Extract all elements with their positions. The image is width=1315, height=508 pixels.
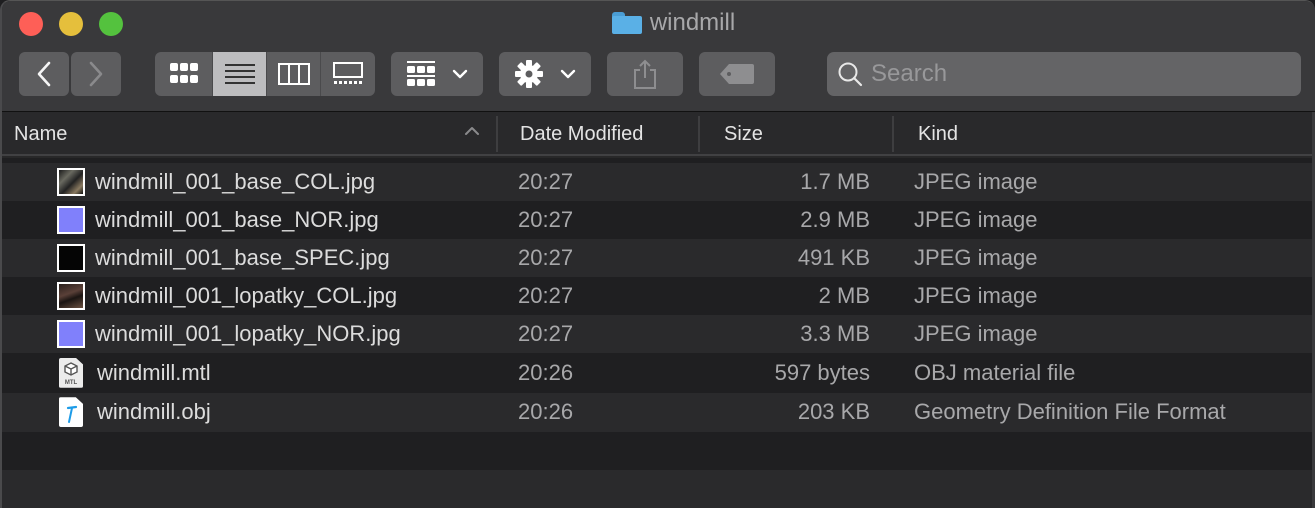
icon-view-button[interactable]	[155, 52, 213, 96]
file-size: 2.9 MB	[800, 207, 870, 232]
file-size: 491 KB	[797, 245, 870, 270]
tag-icon	[720, 64, 754, 84]
column-view-button[interactable]	[267, 52, 321, 96]
list-icon	[224, 64, 255, 84]
columns-icon	[277, 63, 310, 85]
forward-button[interactable]	[71, 52, 121, 96]
share-button[interactable]	[607, 52, 683, 96]
file-row[interactable]: windmill_001_lopatky_NOR.jpg 20:27 3.3 M…	[2, 315, 1315, 353]
file-name: windmill.mtl	[97, 359, 211, 385]
file-size: 2 MB	[818, 283, 870, 308]
toolbar: windmill	[2, 1, 1315, 112]
search-input[interactable]	[871, 60, 1271, 88]
file-name: windmill_001_base_SPEC.jpg	[95, 245, 390, 270]
file-name: windmill_001_lopatky_NOR.jpg	[95, 321, 401, 346]
file-row[interactable]: MTL windmill.mtl 20:26 597 bytes OBJ mat…	[2, 353, 1315, 393]
image-thumbnail-icon	[57, 206, 85, 234]
folder-icon	[611, 12, 642, 34]
gallery-view-button[interactable]	[321, 52, 375, 96]
file-row[interactable]: windmill_001_base_NOR.jpg 20:27 2.9 MB J…	[2, 201, 1315, 239]
group-by-icon	[407, 61, 435, 86]
search-field[interactable]	[827, 52, 1301, 96]
chevron-left-icon	[37, 61, 51, 87]
empty-row	[2, 470, 1315, 508]
file-date: 20:27	[518, 283, 574, 308]
file-size: 1.7 MB	[800, 169, 870, 194]
empty-row	[2, 432, 1315, 470]
file-name: windmill.obj	[97, 399, 211, 425]
grid-icon	[169, 63, 198, 83]
file-name: windmill_001_lopatky_COL.jpg	[95, 283, 398, 308]
file-row[interactable]: windmill_001_base_COL.jpg 20:27 1.7 MB J…	[2, 163, 1315, 201]
file-size: 597 bytes	[774, 359, 870, 385]
view-mode-segmented-control	[155, 52, 375, 96]
image-thumbnail-icon	[57, 282, 85, 310]
share-icon	[634, 59, 656, 89]
file-kind: JPEG image	[914, 283, 1038, 308]
file-size: 203 KB	[797, 399, 870, 425]
sort-ascending-icon	[465, 127, 479, 135]
column-header-size[interactable]: Size	[700, 112, 894, 156]
window-title: windmill	[2, 9, 1315, 37]
column-header-date-modified[interactable]: Date Modified	[498, 112, 700, 156]
file-date: 20:27	[518, 321, 574, 346]
list-view-button[interactable]	[213, 52, 267, 96]
chevron-down-icon	[452, 69, 468, 79]
image-thumbnail-icon	[57, 320, 85, 348]
file-kind: JPEG image	[914, 245, 1038, 270]
column-header-kind[interactable]: Kind	[894, 112, 1315, 156]
file-name: windmill_001_base_NOR.jpg	[95, 207, 379, 232]
file-kind: JPEG image	[914, 169, 1038, 194]
obj-document-icon	[59, 397, 83, 428]
file-date: 20:27	[518, 169, 574, 194]
finder-window: windmill Search Name Date Modified Size …	[0, 0, 1315, 508]
file-row[interactable]: windmill_001_lopatky_COL.jpg 20:27 2 MB …	[2, 277, 1315, 315]
group-by-button[interactable]	[391, 52, 483, 96]
image-thumbnail-icon	[57, 168, 85, 196]
column-header-row: Name Date Modified Size Kind	[2, 112, 1315, 156]
column-header-name[interactable]: Name	[2, 112, 498, 156]
column-header-size-label: Size	[724, 122, 763, 145]
back-button[interactable]	[19, 52, 69, 96]
file-kind: Geometry Definition File Format	[914, 399, 1226, 425]
file-list: windmill_001_base_COL.jpg 20:27 1.7 MB J…	[2, 163, 1315, 508]
file-date: 20:27	[518, 245, 574, 270]
file-size: 3.3 MB	[800, 321, 870, 346]
file-row[interactable]: windmill.obj 20:26 203 KB Geometry Defin…	[2, 392, 1315, 432]
svg-text:MTL: MTL	[65, 380, 78, 386]
chevron-down-icon	[560, 69, 576, 79]
column-header-date-label: Date Modified	[520, 122, 644, 145]
gear-icon	[515, 60, 543, 88]
image-thumbnail-icon	[57, 244, 85, 272]
window-title-text: windmill	[649, 9, 736, 36]
column-header-kind-label: Kind	[918, 122, 959, 145]
file-date: 20:26	[518, 359, 574, 385]
file-name: windmill_001_base_COL.jpg	[95, 169, 376, 194]
action-menu-button[interactable]	[499, 52, 591, 96]
search-icon	[838, 62, 863, 87]
file-kind: JPEG image	[914, 207, 1038, 232]
gallery-icon	[333, 62, 363, 84]
file-row[interactable]: windmill_001_base_SPEC.jpg 20:27 491 KB …	[2, 239, 1315, 277]
file-kind: JPEG image	[914, 321, 1038, 346]
mtl-document-icon: MTL	[59, 357, 83, 388]
file-date: 20:26	[518, 399, 574, 425]
file-date: 20:27	[518, 207, 574, 232]
tags-button[interactable]	[699, 52, 775, 96]
chevron-right-icon	[89, 61, 103, 87]
column-header-name-label: Name	[14, 122, 68, 145]
file-kind: OBJ material file	[914, 359, 1076, 385]
